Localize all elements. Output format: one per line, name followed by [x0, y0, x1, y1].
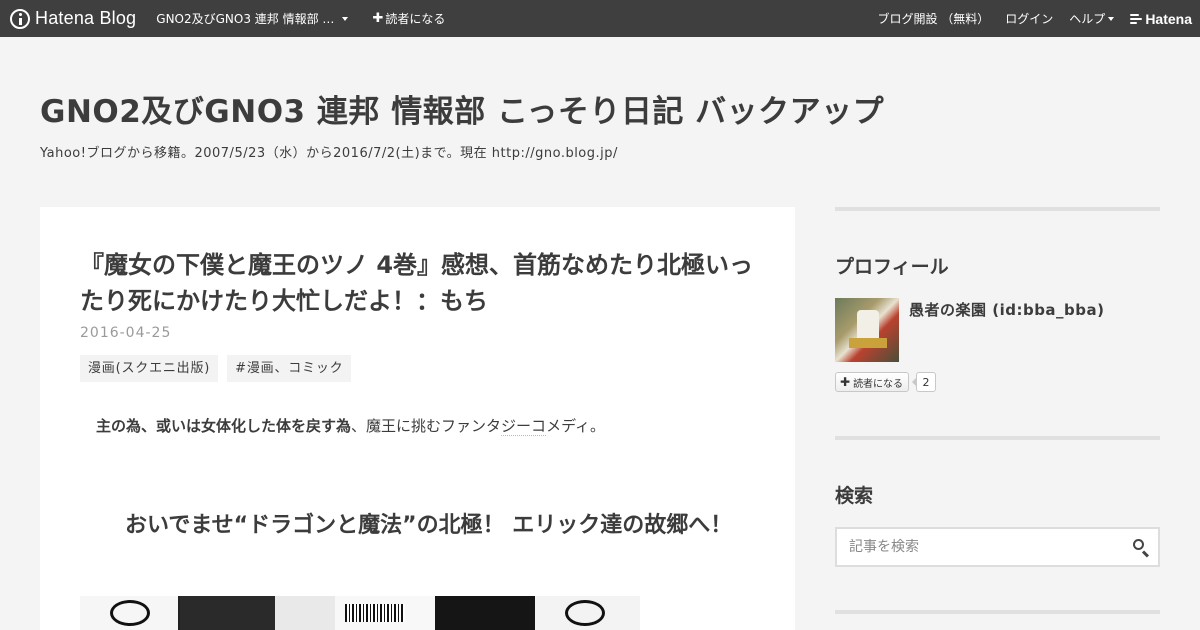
keyword-link[interactable]: ジーコ	[501, 417, 547, 436]
hatena-logo[interactable]: Hatena	[1130, 11, 1192, 27]
hatena-lines-icon	[1130, 13, 1143, 24]
entry-date[interactable]: 2016-04-25	[80, 325, 171, 341]
hatena-blog-logo[interactable]: Hatena Blog	[10, 8, 136, 29]
blog-description: Yahoo!ブログから移籍。2007/5/23（水）から2016/7/2(土)ま…	[40, 146, 618, 161]
profile-heading: プロフィール	[835, 256, 949, 278]
lead-bold-text: 主の為、或いは女体化した体を戻す為	[96, 417, 352, 435]
entry-categories: 漫画(スクエニ出版) #漫画、コミック	[80, 355, 360, 382]
subscriber-count[interactable]: 2	[912, 372, 936, 392]
search-input[interactable]	[837, 529, 1117, 565]
book-cover-image[interactable]	[80, 596, 640, 630]
category-tag[interactable]: #漫画、コミック	[227, 355, 352, 382]
plus-icon: ✚	[372, 11, 384, 26]
lead-text-end: メディ。	[546, 417, 606, 435]
profile-avatar[interactable]	[835, 298, 899, 362]
section-heading: おいでませ“ドラゴンと魔法”の北極！ エリック達の故郷へ！	[80, 509, 770, 543]
subscribe-link-label: 読者になる	[385, 12, 446, 26]
start-blog-link[interactable]: ブログ開設 （無料）	[877, 10, 989, 27]
sidebar-divider	[835, 207, 1160, 211]
caret-down-icon	[342, 16, 349, 21]
login-link[interactable]: ログイン	[1005, 10, 1053, 27]
profile-name[interactable]: 愚者の楽園 (id:bba_bba)	[909, 299, 1105, 320]
sidebar-divider	[835, 436, 1160, 440]
global-nav: ブログ開設 （無料） ログイン ヘルプ Hatena	[861, 10, 1192, 27]
search-icon[interactable]	[1132, 538, 1150, 558]
help-menu-label: ヘルプ	[1069, 12, 1106, 26]
search-heading: 検索	[835, 485, 874, 507]
sidebar-divider	[835, 610, 1160, 614]
lead-separator: 、	[351, 417, 367, 435]
subscribe-button[interactable]: ✚ 読者になる	[835, 372, 910, 392]
blog-title[interactable]: GNO2及びGNO3 連邦 情報部 こっそり日記 バックアップ	[40, 86, 884, 131]
help-menu[interactable]: ヘルプ	[1069, 10, 1115, 27]
blog-switcher[interactable]: GNO2及びGNO3 連邦 情報部 …	[156, 10, 349, 27]
entry-article: 『魔女の下僕と魔王のツノ 4巻』感想、首筋なめたり北極いったり死にかけたり大忙し…	[40, 207, 795, 630]
blog-switcher-label: GNO2及びGNO3 連邦 情報部 …	[156, 12, 335, 26]
brand-text: Hatena Blog	[35, 8, 137, 28]
lead-text: 魔王に挑むファンタ	[366, 417, 502, 435]
search-form	[835, 527, 1160, 567]
subscribe-link[interactable]: ✚ 読者になる	[372, 10, 445, 27]
caret-down-icon	[1108, 16, 1115, 21]
global-header: Hatena Blog GNO2及びGNO3 連邦 情報部 … ✚ 読者になる …	[0, 0, 1200, 37]
category-tag[interactable]: 漫画(スクエニ出版)	[80, 355, 219, 382]
hatena-logo-text: Hatena	[1145, 10, 1192, 27]
entry-title[interactable]: 『魔女の下僕と魔王のツノ 4巻』感想、首筋なめたり北極いったり死にかけたり大忙し…	[80, 247, 760, 319]
subscribe-button-label: 読者になる	[853, 378, 904, 390]
plus-icon: ✚	[840, 375, 851, 389]
entry-lead: 主の為、或いは女体化した体を戻す為、魔王に挑むファンタジーコメディ。	[96, 415, 605, 436]
section-heading-text: おいでませ“ドラゴンと魔法”の北極！ エリック達の故郷へ！	[125, 513, 733, 538]
hatena-blog-icon	[10, 8, 30, 29]
